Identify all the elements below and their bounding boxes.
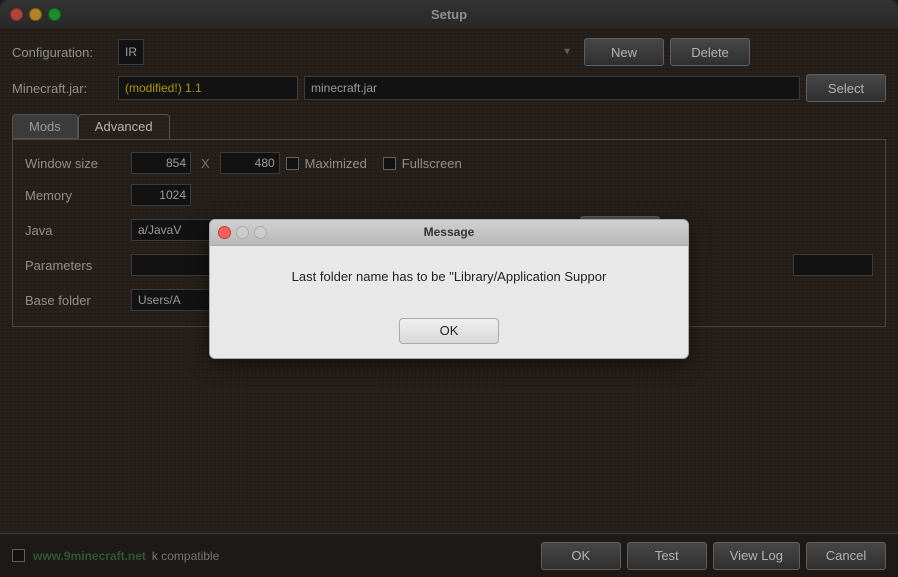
main-window: Setup Configuration: IR New Delete Minec… — [0, 0, 898, 577]
modal-ok-button[interactable]: OK — [399, 318, 500, 344]
modal-footer: OK — [210, 308, 688, 358]
modal-minimize-button[interactable] — [236, 226, 249, 239]
modal-title: Message — [424, 225, 475, 239]
modal-maximize-button[interactable] — [254, 226, 267, 239]
modal-window-controls — [218, 226, 267, 239]
modal-dialog: Message Last folder name has to be "Libr… — [209, 219, 689, 359]
modal-body: Last folder name has to be "Library/Appl… — [210, 246, 688, 308]
modal-overlay: Message Last folder name has to be "Libr… — [0, 0, 898, 577]
modal-title-bar: Message — [210, 220, 688, 246]
modal-message: Last folder name has to be "Library/Appl… — [292, 269, 607, 284]
modal-close-button[interactable] — [218, 226, 231, 239]
